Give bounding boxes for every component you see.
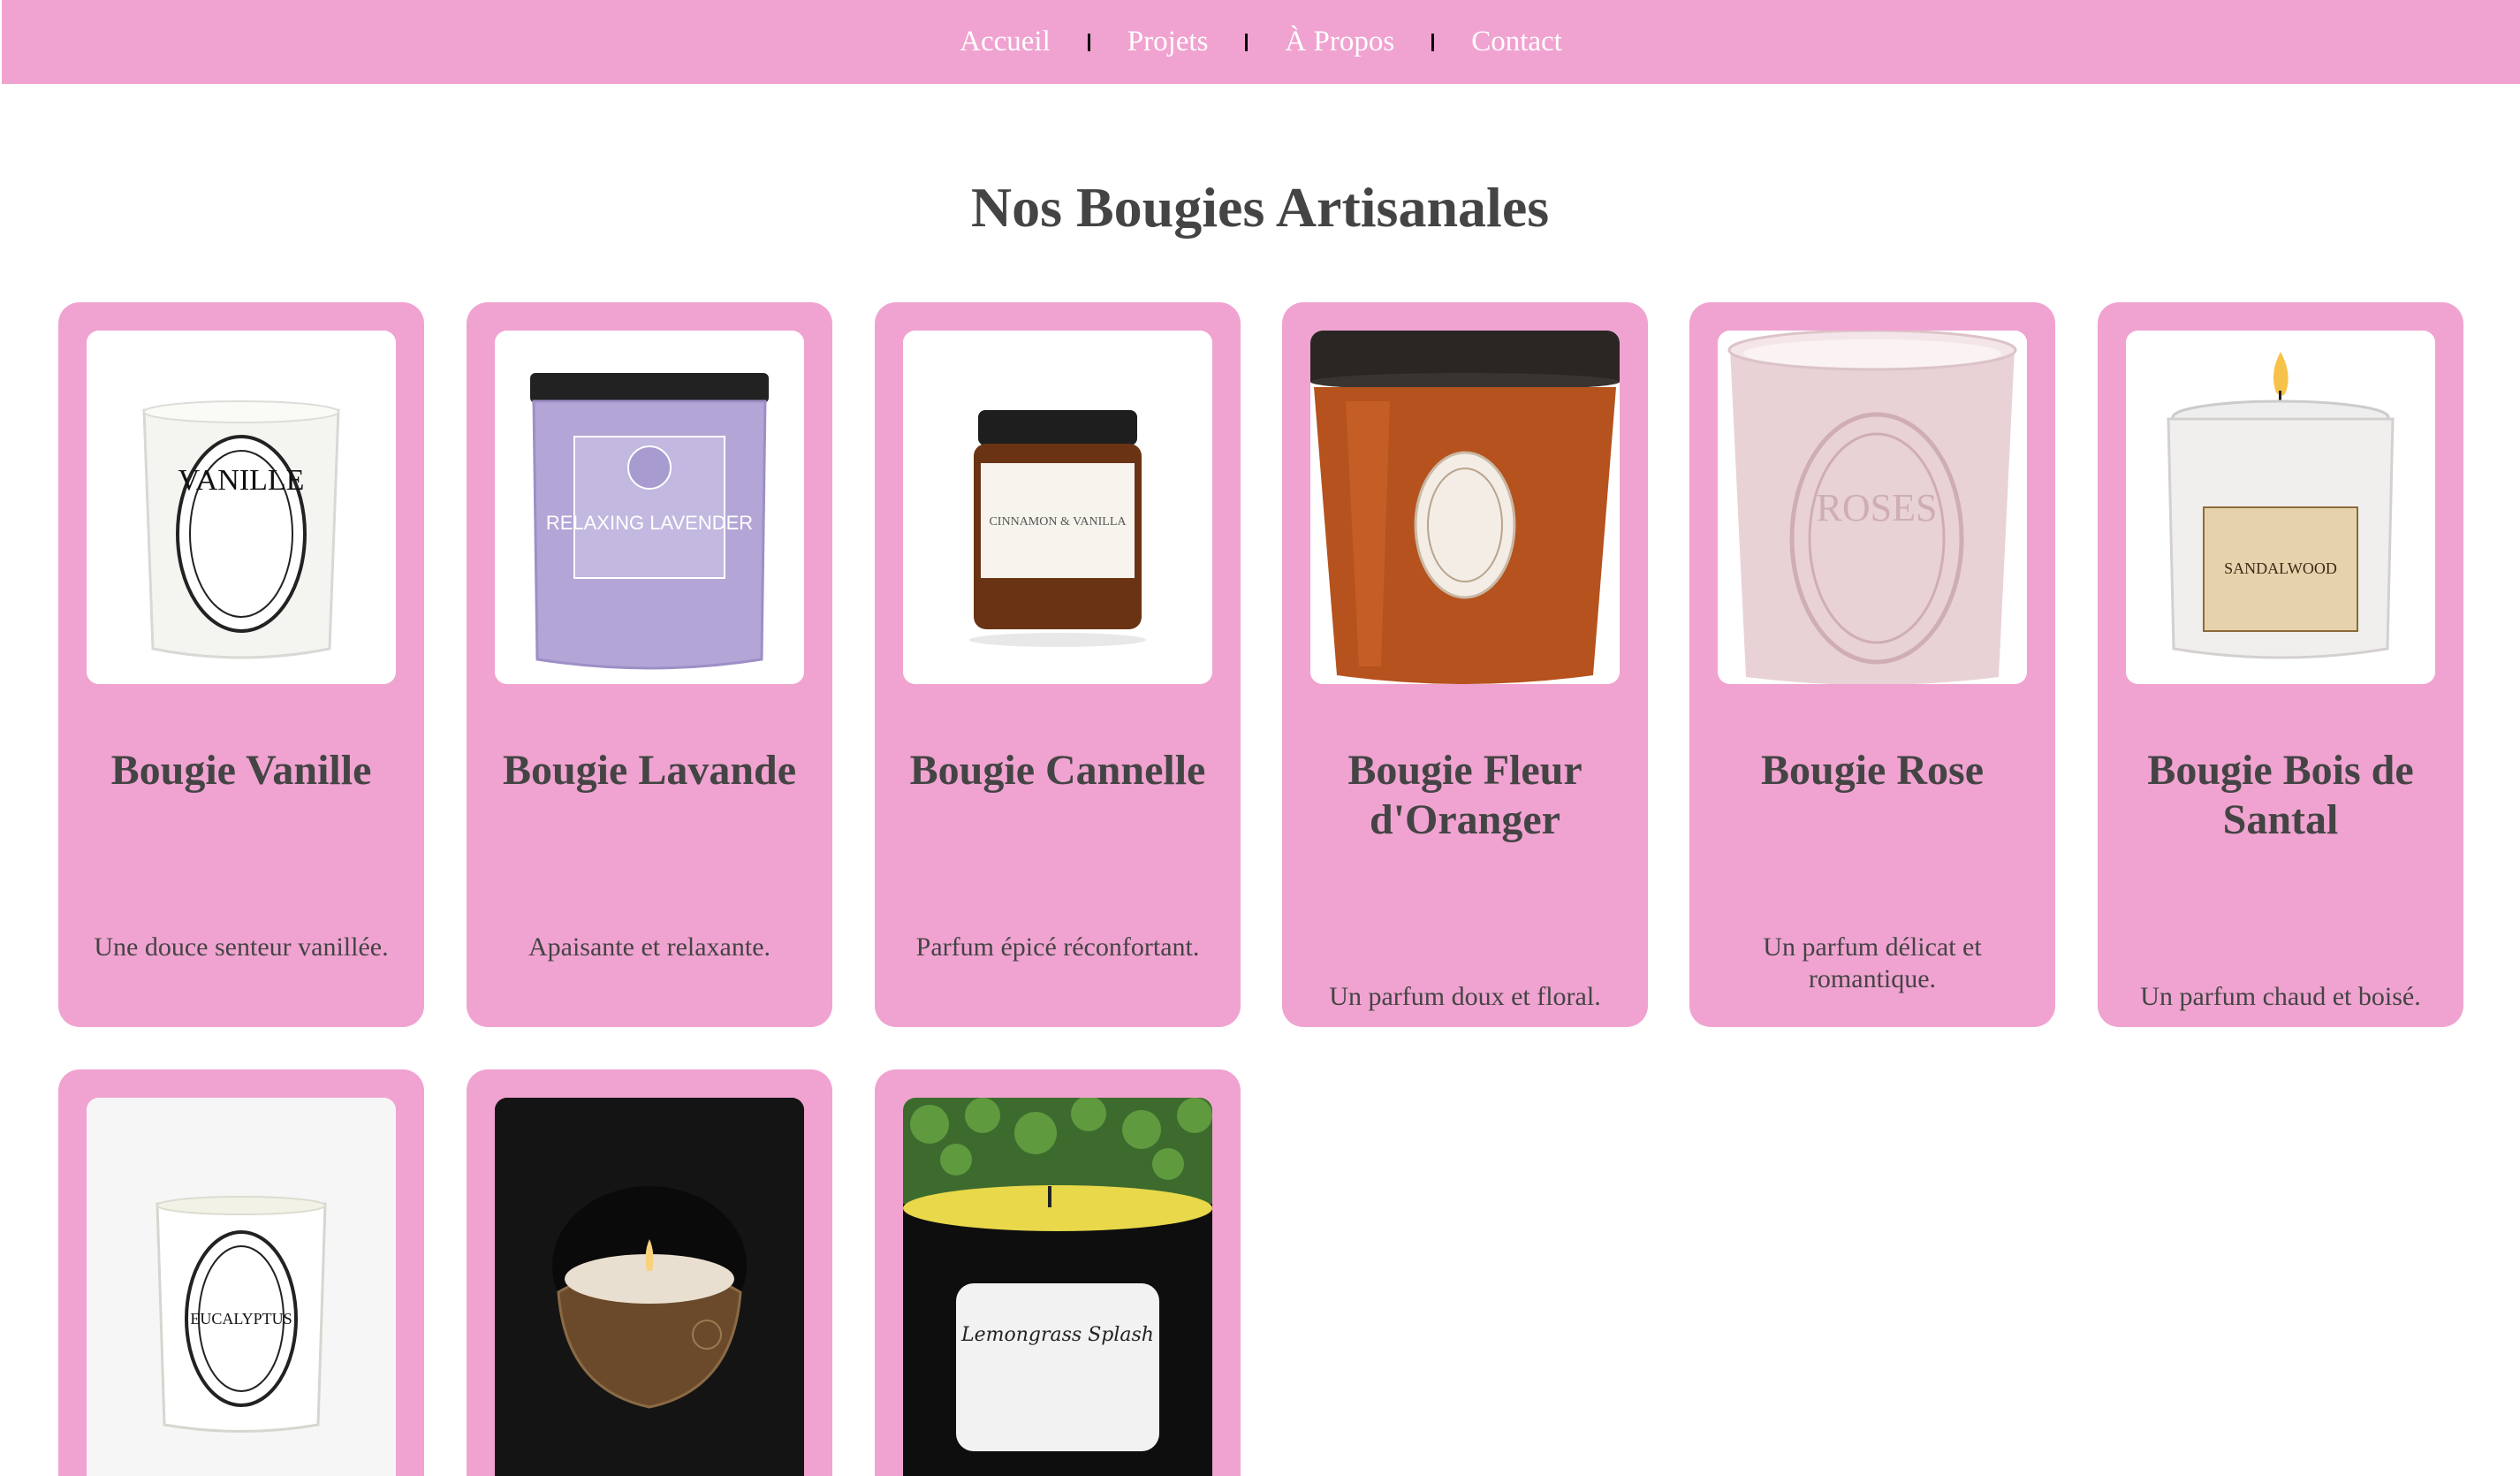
product-card-lavande[interactable]: RELAXING LAVENDER Bougie Lavande Apaisan… <box>467 302 832 1027</box>
product-image-cannelle: CINNAMON & VANILLA <box>903 331 1212 684</box>
product-description: Apaisante et relaxante. <box>528 932 771 962</box>
nav-link-contact[interactable]: Contact <box>1464 26 1569 58</box>
product-description: Une douce senteur vanillée. <box>94 932 389 962</box>
page-title: Nos Bougies Artisanales <box>970 176 1550 239</box>
nav-separator <box>1245 33 1249 51</box>
product-card-bois-de-santal[interactable]: SANDALWOOD Bougie Bois de Santal Un parf… <box>2098 302 2463 1027</box>
candle-label-text: CINNAMON & VANILLA <box>989 515 1127 529</box>
nav-link-projets[interactable]: Projets <box>1120 26 1216 58</box>
candle-label-text: EUCALYPTUS <box>190 1310 292 1328</box>
product-card-cannelle[interactable]: CINNAMON & VANILLA Bougie Cannelle Parfu… <box>875 302 1241 1027</box>
product-card-fleur-doranger[interactable]: Bougie Fleur d'Oranger Un parfum doux et… <box>1282 302 1648 1027</box>
product-title: Bougie Bois de Santal <box>2147 747 2414 843</box>
product-card-lemongrass[interactable]: Lemongrass Splash <box>875 1069 1241 1476</box>
product-image-bois-de-santal: SANDALWOOD <box>2126 331 2435 684</box>
product-card-coco[interactable] <box>467 1069 832 1476</box>
candle-label-text: ROSES <box>1817 486 1938 529</box>
nav-link-a-propos[interactable]: À Propos <box>1278 26 1401 58</box>
product-card-eucalyptus[interactable]: EUCALYPTUS <box>58 1069 424 1476</box>
product-title: Bougie Vanille <box>110 747 372 794</box>
product-image-fleur-doranger <box>1310 331 1620 684</box>
nav-separator <box>1431 33 1435 51</box>
product-card-rose[interactable]: ROSES Bougie Rose Un parfum délicat et r… <box>1689 302 2055 1027</box>
product-image-rose: ROSES <box>1718 331 2027 684</box>
nav-link-accueil[interactable]: Accueil <box>953 26 1058 58</box>
candle-label-text: VANILLE <box>178 464 305 497</box>
product-image-vanille: VANILLE <box>87 331 396 684</box>
product-card-vanille[interactable]: VANILLE Bougie Vanille Une douce senteur… <box>58 302 424 1027</box>
product-description: Un parfum chaud et boisé. <box>2140 982 2421 1011</box>
candle-label-text: Lemongrass Splash <box>960 1324 1154 1346</box>
product-description: Un parfum délicat et romantique. <box>1763 932 1982 993</box>
product-image-lemongrass: Lemongrass Splash <box>903 1098 1212 1476</box>
product-image-lavande: RELAXING LAVENDER <box>495 331 804 684</box>
top-navigation: Accueil Projets À Propos Contact <box>2 0 2520 84</box>
product-description: Parfum épicé réconfortant. <box>915 932 1200 962</box>
nav-separator <box>1087 33 1090 51</box>
product-image-coco <box>495 1098 804 1476</box>
product-title: Bougie Fleur d'Oranger <box>1347 747 1583 843</box>
product-title: Bougie Cannelle <box>909 747 1206 794</box>
product-description: Un parfum doux et floral. <box>1329 982 1601 1011</box>
product-title: Bougie Lavande <box>502 747 797 794</box>
product-title: Bougie Rose <box>1761 747 1984 794</box>
candle-label-text: RELAXING LAVENDER <box>546 512 753 534</box>
product-image-eucalyptus: EUCALYPTUS <box>87 1098 396 1476</box>
candle-label-text: SANDALWOOD <box>2224 559 2337 577</box>
